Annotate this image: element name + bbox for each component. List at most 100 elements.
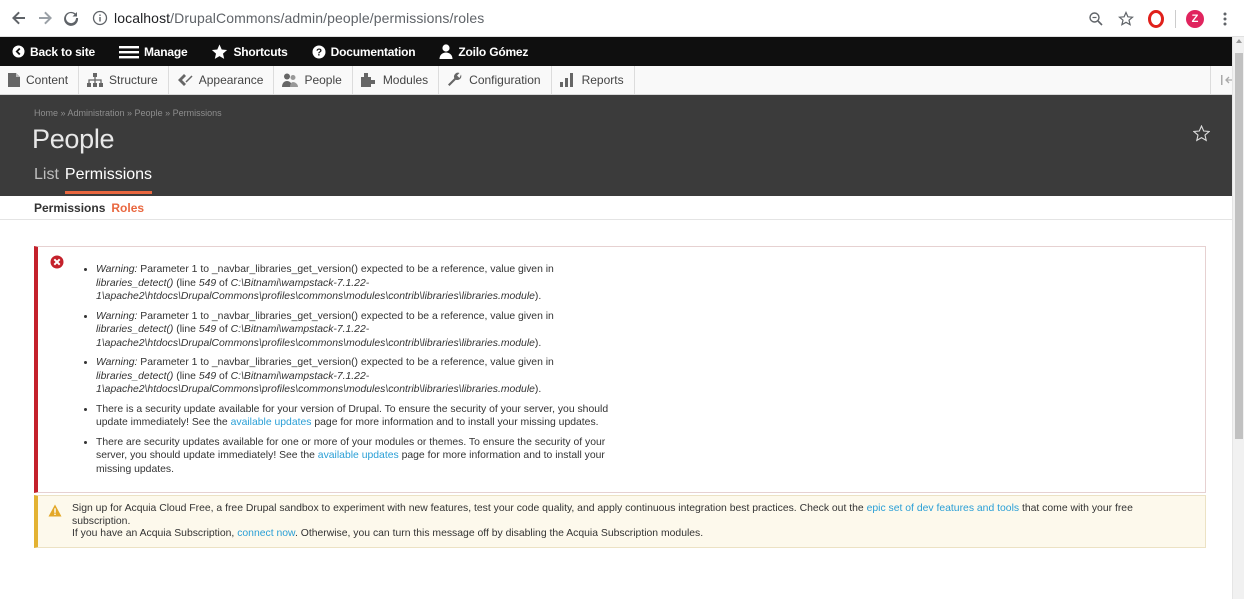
toolbar-separator <box>1175 9 1176 28</box>
tray-item-modules[interactable]: Modules <box>353 66 440 94</box>
tray-item-label: Appearance <box>198 73 264 87</box>
warning-function: libraries_detect() <box>96 277 174 289</box>
documentation-label: Documentation <box>330 44 416 59</box>
scroll-up-arrow-icon[interactable] <box>1236 39 1242 43</box>
tab-permissions[interactable]: Permissions <box>64 164 153 194</box>
warning-text: Parameter 1 to _navbar_libraries_get_ver… <box>137 310 554 322</box>
page-header: Home » Administration » People » Permiss… <box>0 95 1244 196</box>
tray-item-label: Content <box>26 73 69 87</box>
warning-label: Warning: <box>96 264 138 275</box>
tray-item-appearance[interactable]: Appearance <box>169 66 275 94</box>
page-scrollbar[interactable] <box>1232 37 1244 599</box>
url-path: /DrupalCommons/admin/people/permissions/… <box>170 10 485 26</box>
zoom-icon[interactable] <box>1083 6 1109 32</box>
warning-line: 549 <box>198 324 217 335</box>
subtab-permissions[interactable]: Permissions <box>34 201 105 215</box>
bookmark-star-icon[interactable] <box>1113 6 1139 32</box>
tray-item-label: People <box>304 73 342 87</box>
available-updates-link[interactable]: available updates <box>318 450 399 461</box>
address-bar[interactable]: localhost/DrupalCommons/admin/people/per… <box>92 5 484 31</box>
breadcrumb[interactable]: Home » Administration » People » Permiss… <box>34 108 222 118</box>
tray-item-reports[interactable]: Reports <box>552 66 635 94</box>
manage-menu[interactable]: Manage <box>118 37 188 66</box>
acquia-message-line-2: If you have an Acquia Subscription, conn… <box>72 528 1191 541</box>
warning-text: ). <box>534 384 542 395</box>
manage-label: Manage <box>143 44 188 59</box>
warning-text: ). <box>534 337 542 349</box>
shortcut-star-icon[interactable] <box>1193 125 1210 142</box>
warning-function: libraries_detect() <box>96 370 174 382</box>
tray-item-structure[interactable]: Structure <box>79 66 169 94</box>
warning-text: Parameter 1 to _navbar_libraries_get_ver… <box>137 264 554 275</box>
url-text: localhost/DrupalCommons/admin/people/per… <box>114 10 484 26</box>
help-icon: ? <box>312 45 326 59</box>
error-messages: Warning: Parameter 1 to _navbar_librarie… <box>34 246 1206 493</box>
back-circle-icon <box>12 45 25 58</box>
list-item: There are security updates available for… <box>96 436 616 477</box>
people-icon <box>282 73 299 87</box>
admin-toolbar: Back to site Manage Shortcuts ? Document… <box>0 37 1244 66</box>
list-item: Warning: Parameter 1 to _navbar_librarie… <box>96 310 616 351</box>
acquia-text: . Otherwise, you can turn this message o… <box>294 528 704 539</box>
list-item: There is a security update available for… <box>96 403 616 430</box>
shortcuts-label: Shortcuts <box>233 44 288 59</box>
warning-text: (line <box>173 370 199 382</box>
acquia-text: Sign up for Acquia Cloud Free, a free Dr… <box>72 503 867 514</box>
warning-line: 549 <box>198 277 217 289</box>
subtab-roles[interactable]: Roles <box>111 201 144 215</box>
opera-icon[interactable] <box>1143 6 1169 32</box>
error-list: Warning: Parameter 1 to _navbar_librarie… <box>90 263 1185 476</box>
warning-text: (line <box>173 277 199 289</box>
forward-arrow-icon[interactable] <box>34 7 56 29</box>
info-icon[interactable] <box>92 10 108 26</box>
tray-item-label: Configuration <box>469 73 541 87</box>
warning-text: ). <box>534 291 542 302</box>
admin-tray: Content Structure Appearance People Modu… <box>0 66 1244 95</box>
appearance-icon <box>177 73 193 87</box>
tray-item-content[interactable]: Content <box>0 66 80 94</box>
back-arrow-icon[interactable] <box>8 7 30 29</box>
svg-text:?: ? <box>316 47 322 58</box>
tray-item-label: Reports <box>581 73 624 87</box>
primary-tabs: List Permissions <box>34 164 158 196</box>
url-host: localhost <box>114 10 171 26</box>
tray-item-configuration[interactable]: Configuration <box>439 66 552 94</box>
warning-label: Warning: <box>96 357 138 368</box>
warning-text: of <box>216 277 231 289</box>
user-menu[interactable]: Zoilo Gómez <box>439 37 528 66</box>
warning-text: Parameter 1 to _navbar_libraries_get_ver… <box>137 357 554 368</box>
content-icon <box>8 73 20 87</box>
connect-now-link[interactable]: connect now <box>237 528 295 539</box>
acquia-message-line-1: Sign up for Acquia Cloud Free, a free Dr… <box>72 503 1191 528</box>
star-icon <box>211 44 228 60</box>
back-to-site-link[interactable]: Back to site <box>12 37 95 66</box>
warning-text: of <box>216 370 231 382</box>
shortcuts-menu[interactable]: Shortcuts <box>211 37 288 66</box>
tab-list[interactable]: List <box>34 164 59 196</box>
security-text: page for more information and to install… <box>311 417 599 428</box>
secondary-tabs: Permissions Roles <box>0 196 1244 220</box>
structure-icon <box>87 73 104 87</box>
browser-chrome: localhost/DrupalCommons/admin/people/per… <box>0 0 1244 37</box>
main-content: Warning: Parameter 1 to _navbar_librarie… <box>0 220 1244 548</box>
acquia-text: If you have an Acquia Subscription, <box>72 528 238 539</box>
menu-dots-icon[interactable] <box>1212 6 1238 32</box>
configuration-icon <box>447 72 463 88</box>
back-to-site-label: Back to site <box>30 44 95 59</box>
tray-item-people[interactable]: People <box>274 66 353 94</box>
warning-line: 549 <box>198 370 217 382</box>
profile-avatar[interactable]: Z <box>1182 6 1208 32</box>
reload-icon[interactable] <box>60 7 82 29</box>
hamburger-icon <box>118 45 139 59</box>
documentation-link[interactable]: ? Documentation <box>312 37 416 66</box>
user-icon <box>439 44 453 59</box>
dev-features-link[interactable]: epic set of dev features and tools <box>867 503 1020 514</box>
page-title: People <box>32 124 115 154</box>
list-item: Warning: Parameter 1 to _navbar_librarie… <box>96 356 616 397</box>
warning-label: Warning: <box>96 310 138 322</box>
warning-function: libraries_detect() <box>96 324 174 335</box>
warning-text: of <box>216 324 231 335</box>
reports-icon <box>559 73 576 87</box>
scrollbar-thumb[interactable] <box>1235 53 1243 439</box>
available-updates-link[interactable]: available updates <box>231 417 312 428</box>
